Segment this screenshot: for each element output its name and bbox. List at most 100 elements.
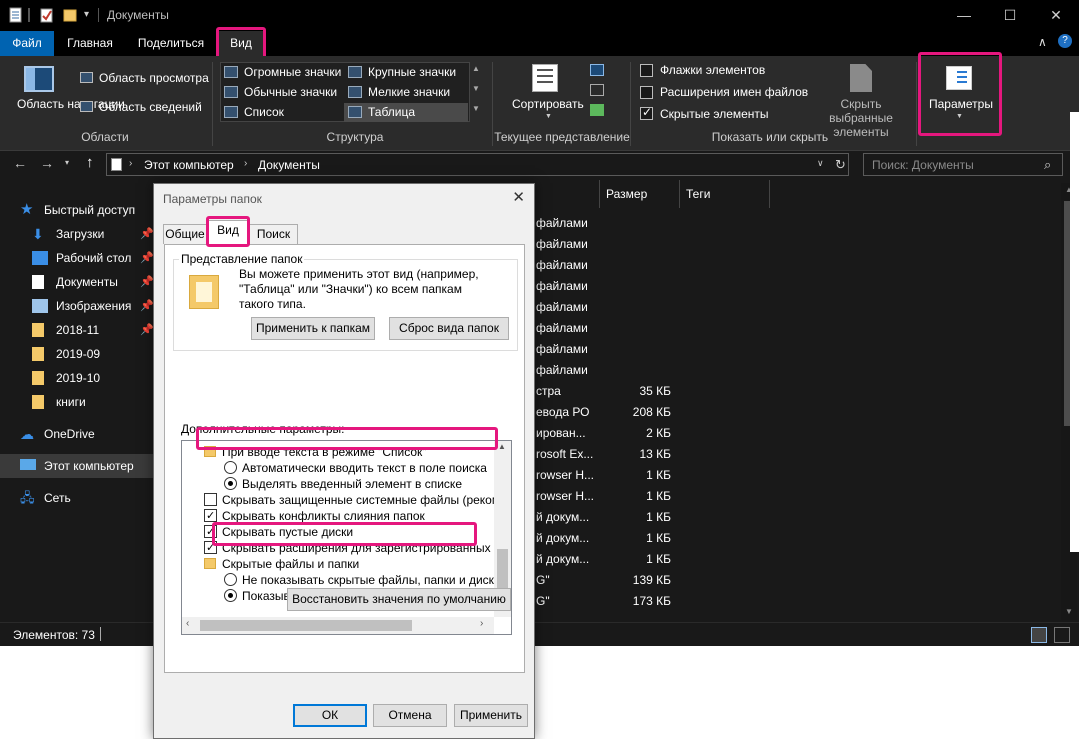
apply-to-folders-button[interactable]: Применить к папкам <box>251 317 375 340</box>
file-row-type[interactable]: rosoft Ex... <box>536 444 593 465</box>
nav-folder-2019-10[interactable]: 2019-10 <box>32 368 100 388</box>
file-row-type[interactable]: файлами <box>536 318 588 339</box>
back-arrow-icon[interactable]: ← <box>13 155 27 171</box>
apply-button[interactable]: Применить <box>454 704 528 727</box>
up-arrow-icon[interactable]: ↑ <box>86 154 94 171</box>
details-pane-button[interactable]: Область сведений <box>99 100 202 114</box>
pin-icon[interactable]: 📌 <box>140 320 154 340</box>
pin-icon[interactable]: 📌 <box>140 224 154 244</box>
gallery-scroll-up-icon[interactable]: ▲ <box>472 64 480 73</box>
column-tags[interactable]: Теги <box>679 180 769 208</box>
scroll-up-icon[interactable]: ▲ <box>498 442 506 451</box>
scroll-left-icon[interactable]: ‹ <box>186 618 189 629</box>
radio-button[interactable] <box>224 573 237 586</box>
hidden-items-checkbox[interactable] <box>640 105 653 120</box>
restore-defaults-button[interactable]: Восстановить значения по умолчанию <box>287 588 511 611</box>
pin-icon[interactable]: 📌 <box>140 248 154 268</box>
layout-large-icons[interactable]: Крупные значки <box>344 63 468 82</box>
nav-pictures[interactable]: Изображения 📌 <box>32 296 154 316</box>
layout-extra-large-icons[interactable]: Огромные значки <box>220 63 344 82</box>
layout-medium-icons[interactable]: Обычные значки <box>220 83 344 102</box>
search-input[interactable]: Поиск: Документы ⌕ <box>863 153 1063 176</box>
reset-folders-button[interactable]: Сброс вида папок <box>389 317 509 340</box>
nav-quick-access[interactable]: ★ Быстрый доступ <box>20 200 135 220</box>
new-folder-icon[interactable] <box>63 7 77 23</box>
group-by-icon[interactable] <box>590 64 604 76</box>
layout-details[interactable]: Таблица <box>344 103 468 122</box>
tree-horizontal-scrollbar[interactable]: ‹ › <box>182 617 494 634</box>
gallery-scroll-down-icon[interactable]: ▼ <box>472 84 480 93</box>
details-view-icon[interactable] <box>1031 627 1047 643</box>
breadcrumb-this-pc[interactable]: Этот компьютер <box>144 158 234 172</box>
collapse-ribbon-icon[interactable]: ∧ <box>1038 35 1047 49</box>
file-row-type[interactable]: G" <box>536 570 550 591</box>
file-row-type[interactable]: евода РО <box>536 402 589 423</box>
tab-file[interactable]: Файл <box>0 31 54 56</box>
file-row-type[interactable]: стра <box>536 381 561 402</box>
tree-hide-protected-files[interactable]: Скрывать защищенные системные файлы (рек… <box>204 492 511 508</box>
tab-general[interactable]: Общие <box>163 224 207 244</box>
minimize-button[interactable]: — <box>941 0 987 31</box>
file-row-type[interactable]: G" <box>536 591 550 612</box>
radio-button[interactable] <box>224 461 237 474</box>
file-row-type[interactable]: rowser H... <box>536 486 594 507</box>
dialog-close-icon[interactable]: ✕ <box>512 188 525 206</box>
radio-button[interactable] <box>224 589 237 602</box>
forward-arrow-icon[interactable]: → <box>40 155 54 171</box>
file-row-type[interactable]: rowser H... <box>536 465 594 486</box>
radio-button[interactable] <box>224 477 237 490</box>
scroll-down-icon[interactable]: ▼ <box>1065 607 1073 616</box>
ok-button[interactable]: ОК <box>293 704 367 727</box>
size-columns-icon[interactable] <box>590 104 604 116</box>
nav-desktop[interactable]: Рабочий стол 📌 <box>32 248 154 268</box>
file-row-type[interactable]: файлами <box>536 360 588 381</box>
file-row-type[interactable]: й докум... <box>536 549 589 570</box>
tree-select-typed-item[interactable]: Выделять введенный элемент в списке <box>224 476 462 492</box>
tree-auto-type-search[interactable]: Автоматически вводить текст в поле поиск… <box>224 460 487 476</box>
tab-home[interactable]: Главная <box>58 31 122 56</box>
file-row-type[interactable]: файлами <box>536 276 588 297</box>
tree-dont-show-hidden[interactable]: Не показывать скрытые файлы, папки и дис… <box>224 572 501 588</box>
file-row-type[interactable]: й докум... <box>536 507 589 528</box>
cancel-button[interactable]: Отмена <box>373 704 447 727</box>
customize-quick-access-icon[interactable]: ▾ <box>84 9 98 25</box>
large-icons-view-icon[interactable] <box>1054 627 1070 643</box>
file-row-type[interactable]: файлами <box>536 297 588 318</box>
checkbox[interactable] <box>204 493 217 506</box>
preview-pane-button[interactable]: Область просмотра <box>99 71 209 85</box>
scroll-right-icon[interactable]: › <box>480 618 483 629</box>
nav-downloads[interactable]: ⬇ Загрузки 📌 <box>32 224 154 244</box>
layout-small-icons[interactable]: Мелкие значки <box>344 83 468 102</box>
column-size[interactable]: Размер <box>599 180 679 208</box>
nav-folder-books[interactable]: книги <box>32 392 86 412</box>
sort-by-button[interactable]: Сортировать <box>512 97 584 111</box>
scrollbar-thumb[interactable] <box>200 620 412 631</box>
file-row-type[interactable]: ирован... <box>536 423 586 444</box>
checkbox[interactable] <box>204 508 217 524</box>
item-checkboxes-checkbox[interactable] <box>640 64 653 77</box>
help-icon[interactable]: ? <box>1058 34 1072 48</box>
properties-icon[interactable] <box>40 7 54 23</box>
nav-onedrive[interactable]: ☁ OneDrive <box>20 424 95 444</box>
file-row-type[interactable]: файлами <box>536 213 588 234</box>
maximize-button[interactable]: ☐ <box>987 0 1033 31</box>
nav-this-pc[interactable]: Этот компьютер <box>20 456 134 476</box>
pin-icon[interactable]: 📌 <box>140 296 154 316</box>
recent-locations-icon[interactable]: ▾ <box>65 158 69 167</box>
nav-folder-2019-09[interactable]: 2019-09 <box>32 344 100 364</box>
tab-search[interactable]: Поиск <box>249 224 298 244</box>
pin-icon[interactable]: 📌 <box>140 272 154 292</box>
layout-list[interactable]: Список <box>220 103 344 122</box>
tab-share[interactable]: Поделиться <box>130 31 212 56</box>
gallery-expand-icon[interactable]: ▼ <box>472 104 480 113</box>
nav-documents[interactable]: Документы 📌 <box>32 272 154 292</box>
address-bar[interactable]: › Этот компьютер › Документы ∨ ↻ <box>106 153 849 176</box>
file-row-type[interactable]: файлами <box>536 339 588 360</box>
nav-folder-2018-11[interactable]: 2018-11 📌 <box>32 320 154 340</box>
chevron-down-icon[interactable]: ∨ <box>817 158 824 169</box>
file-row-type[interactable]: файлами <box>536 234 588 255</box>
add-columns-icon[interactable] <box>590 84 604 96</box>
close-button[interactable]: ✕ <box>1033 0 1079 31</box>
file-extensions-checkbox[interactable] <box>640 86 653 99</box>
refresh-icon[interactable]: ↻ <box>835 157 846 173</box>
